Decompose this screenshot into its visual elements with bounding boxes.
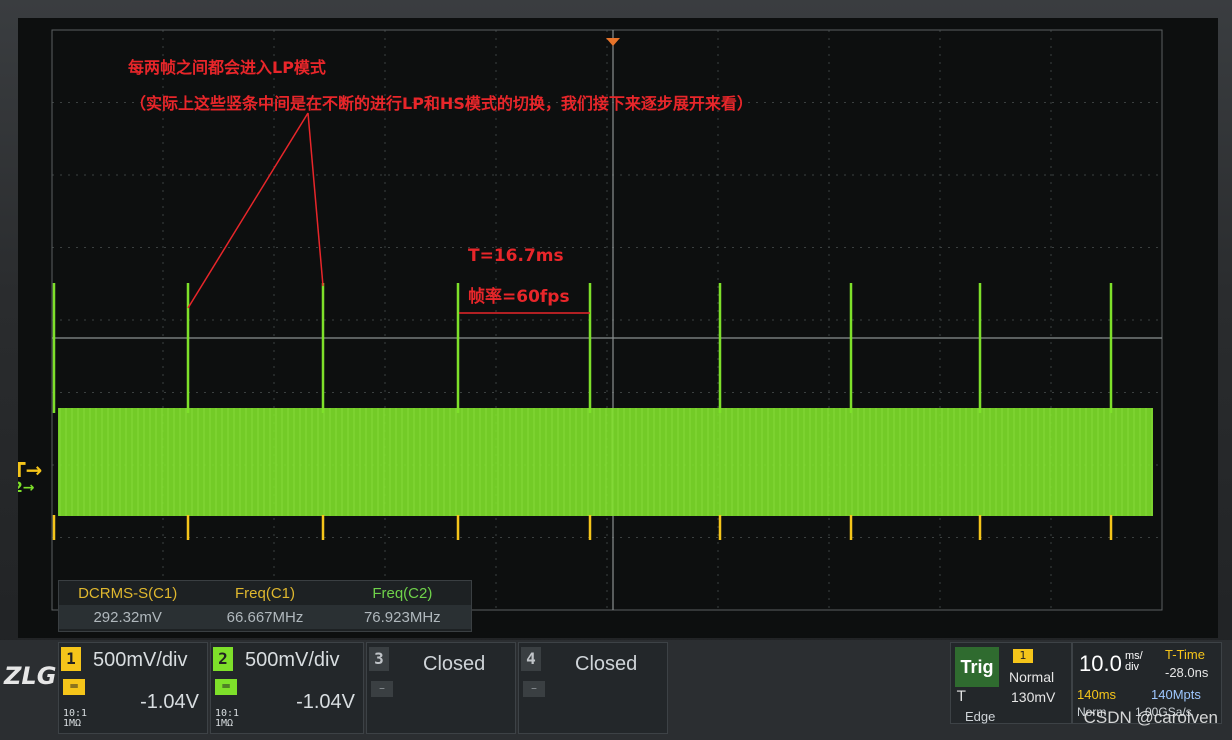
- trigger-mode[interactable]: Normal: [1009, 669, 1054, 685]
- trigger-panel[interactable]: Trig 1 Normal T 130mV Edge: [950, 642, 1072, 724]
- channel-1-probe: 10:1 1MΩ: [63, 709, 87, 729]
- measurement-values: 292.32mV 66.667MHz 76.923MHz: [59, 605, 471, 629]
- channel-3-coupling-icon: –: [371, 681, 393, 697]
- memory-depth: 140ms: [1077, 687, 1117, 702]
- annotation-period: T=16.7ms: [468, 246, 564, 266]
- trigger-t-label: T: [957, 689, 966, 705]
- oscilloscope-screen: 每两帧之间都会进入LP模式 （实际上这些竖条中间是在不断的进行LP和HS模式的切…: [18, 18, 1218, 638]
- oscilloscope-photo: 每两帧之间都会进入LP模式 （实际上这些竖条中间是在不断的进行LP和HS模式的切…: [0, 0, 1232, 740]
- timebase-unit: ms/div: [1125, 651, 1143, 673]
- channel-2-panel[interactable]: 2 ═ 500mV/div -1.04V 10:1 1MΩ: [210, 642, 364, 734]
- channel-2-offset[interactable]: -1.04V: [296, 691, 355, 714]
- brand-logo: ZLG: [4, 662, 57, 690]
- trigger-level-marker: T→: [18, 458, 43, 482]
- channel-3-status[interactable]: Closed: [423, 653, 485, 676]
- trigger-source[interactable]: 1: [1013, 649, 1033, 663]
- meas-header-freq-c1: Freq(C1): [234, 584, 295, 602]
- channel-1-coupling-icon: ═: [63, 679, 85, 695]
- channel-1-impedance: 1MΩ: [63, 718, 82, 729]
- channel-2-impedance: 1MΩ: [215, 718, 234, 729]
- trigger-time-label: T-Time: [1165, 647, 1205, 662]
- ch2-level-marker: 2→: [18, 480, 35, 496]
- trigger-level[interactable]: 130mV: [1011, 689, 1055, 705]
- channel-4-coupling-icon: –: [523, 681, 545, 697]
- status-bar: ZLG 1 ═ 500mV/div -1.04V 10:1 1MΩ 2 ═ 500…: [0, 640, 1232, 740]
- measurement-headers: DCRMS-S(C1) Freq(C1) Freq(C2): [59, 581, 471, 605]
- channel-2-scale[interactable]: 500mV/div: [245, 649, 340, 672]
- trigger-time-value[interactable]: -28.0ns: [1165, 665, 1208, 680]
- watermark: CSDN @carolven: [1083, 708, 1218, 727]
- meas-value-dcrms: 292.32mV: [93, 608, 162, 626]
- annotation-subtitle: （实际上这些竖条中间是在不断的进行LP和HS模式的切换，我们接下来逐步展开来看）: [130, 94, 753, 113]
- timebase-value[interactable]: 10.0: [1079, 651, 1122, 677]
- channel-4-panel[interactable]: 4 – Closed: [518, 642, 668, 734]
- annotation-frame-rate: 帧率=60fps: [468, 287, 570, 307]
- channel-4-status[interactable]: Closed: [575, 653, 637, 676]
- channel-3-panel[interactable]: 3 – Closed: [366, 642, 516, 734]
- channel-4-badge[interactable]: 4: [521, 647, 541, 671]
- channel-2-badge[interactable]: 2: [213, 647, 233, 671]
- channel-1-panel[interactable]: 1 ═ 500mV/div -1.04V 10:1 1MΩ: [58, 642, 208, 734]
- annotation-title: 每两帧之间都会进入LP模式: [128, 58, 326, 77]
- meas-header-dcrms: DCRMS-S(C1): [78, 584, 178, 602]
- annotation-pointer-left: [187, 112, 309, 309]
- meas-header-freq-c2: Freq(C2): [372, 584, 433, 602]
- meas-value-freq-c2: 76.923MHz: [363, 608, 441, 626]
- trigger-position-marker: [606, 38, 620, 46]
- channel-1-offset[interactable]: -1.04V: [140, 691, 199, 714]
- measurement-panel: DCRMS-S(C1) Freq(C1) Freq(C2) 292.32mV 6…: [58, 580, 472, 632]
- channel-1-scale[interactable]: 500mV/div: [93, 649, 188, 672]
- memory-points: 140Mpts: [1151, 687, 1201, 702]
- annotation-pointer-right: [307, 112, 324, 287]
- channel-3-badge[interactable]: 3: [369, 647, 389, 671]
- channel-2-coupling-icon: ═: [215, 679, 237, 695]
- channel-1-badge[interactable]: 1: [61, 647, 81, 671]
- trigger-button[interactable]: Trig: [955, 647, 999, 687]
- timebase-unit-bottom: div: [1125, 661, 1140, 673]
- meas-value-freq-c1: 66.667MHz: [226, 608, 304, 626]
- channel-2-probe: 10:1 1MΩ: [215, 709, 239, 729]
- trigger-type[interactable]: Edge: [965, 709, 995, 724]
